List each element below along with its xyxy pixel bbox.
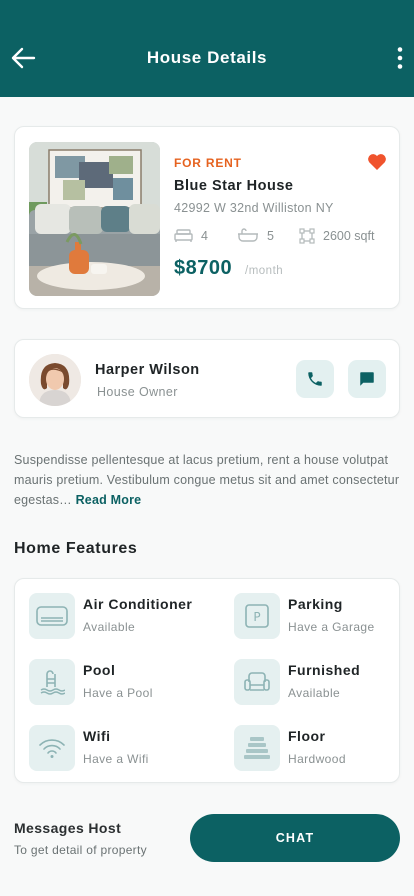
- price-period: /month: [245, 265, 284, 277]
- feature-name: Wifi: [83, 728, 111, 744]
- feature-parking: P Parking Have a Garage: [234, 593, 404, 641]
- chat-button[interactable]: CHAT: [190, 814, 400, 862]
- pool-icon: [40, 670, 65, 695]
- floor-icon: [244, 737, 270, 759]
- listing-status: FOR RENT: [174, 156, 242, 170]
- feature-name: Floor: [288, 728, 326, 744]
- description-text: Suspendisse pellentesque at lacus pretiu…: [14, 453, 400, 507]
- phone-icon: [308, 372, 322, 386]
- feature-desc: Have a Wifi: [83, 752, 149, 766]
- messages-host-title: Messages Host: [14, 820, 122, 836]
- message-button[interactable]: [348, 360, 386, 398]
- feature-air-conditioner: Air Conditioner Available: [29, 593, 199, 641]
- feature-floor: Floor Hardwood: [234, 725, 404, 773]
- feature-pool: Pool Have a Pool: [29, 659, 199, 707]
- feature-desc: Hardwood: [288, 752, 346, 766]
- air-conditioner-icon: [36, 606, 68, 626]
- features-heading: Home Features: [14, 540, 138, 557]
- avatar: [29, 354, 81, 406]
- property-description: Suspendisse pellentesque at lacus pretiu…: [14, 450, 404, 510]
- svg-text:P: P: [253, 610, 260, 624]
- feature-name: Air Conditioner: [83, 596, 193, 612]
- feature-desc: Have a Garage: [288, 620, 375, 634]
- feature-name: Parking: [288, 596, 343, 612]
- property-name: Blue Star House: [174, 178, 294, 194]
- spec-baths: 5: [237, 228, 274, 243]
- feature-name: Furnished: [288, 662, 361, 678]
- bathtub-icon: [238, 228, 258, 242]
- sofa-icon: [244, 672, 270, 691]
- spec-area: 2600 sqft: [299, 228, 374, 244]
- wifi-icon: [39, 739, 65, 758]
- bed-icon: [174, 229, 193, 242]
- owner-card: Harper Wilson House Owner: [14, 339, 400, 418]
- more-options-icon[interactable]: [396, 46, 404, 70]
- read-more-link[interactable]: Read More: [76, 493, 142, 507]
- heart-icon[interactable]: [367, 153, 387, 171]
- app-bar: House Details: [0, 0, 414, 97]
- property-address: 42992 W 32nd Williston NY: [174, 201, 334, 215]
- message-icon: [360, 372, 374, 386]
- area-value: 2600 sqft: [323, 229, 375, 243]
- property-card: FOR RENT Blue Star House 42992 W 32nd Wi…: [14, 126, 400, 309]
- property-photo: [29, 142, 160, 296]
- owner-role: House Owner: [97, 385, 178, 399]
- owner-name: Harper Wilson: [95, 362, 200, 378]
- beds-count: 4: [201, 228, 208, 243]
- feature-desc: Available: [83, 620, 136, 634]
- feature-desc: Available: [288, 686, 341, 700]
- feature-desc: Have a Pool: [83, 686, 153, 700]
- call-button[interactable]: [296, 360, 334, 398]
- page-title: House Details: [146, 48, 268, 67]
- property-price: $8700: [174, 257, 233, 279]
- parking-icon: P: [245, 604, 269, 628]
- baths-count: 5: [267, 228, 274, 243]
- feature-furnished: Furnished Available: [234, 659, 404, 707]
- feature-name: Pool: [83, 662, 116, 678]
- messages-host-subtitle: To get detail of property: [14, 843, 147, 857]
- features-card: Air Conditioner Available P Parking Have…: [14, 578, 400, 783]
- area-icon: [299, 228, 315, 244]
- spec-beds: 4: [174, 228, 208, 243]
- feature-wifi: Wifi Have a Wifi: [29, 725, 199, 773]
